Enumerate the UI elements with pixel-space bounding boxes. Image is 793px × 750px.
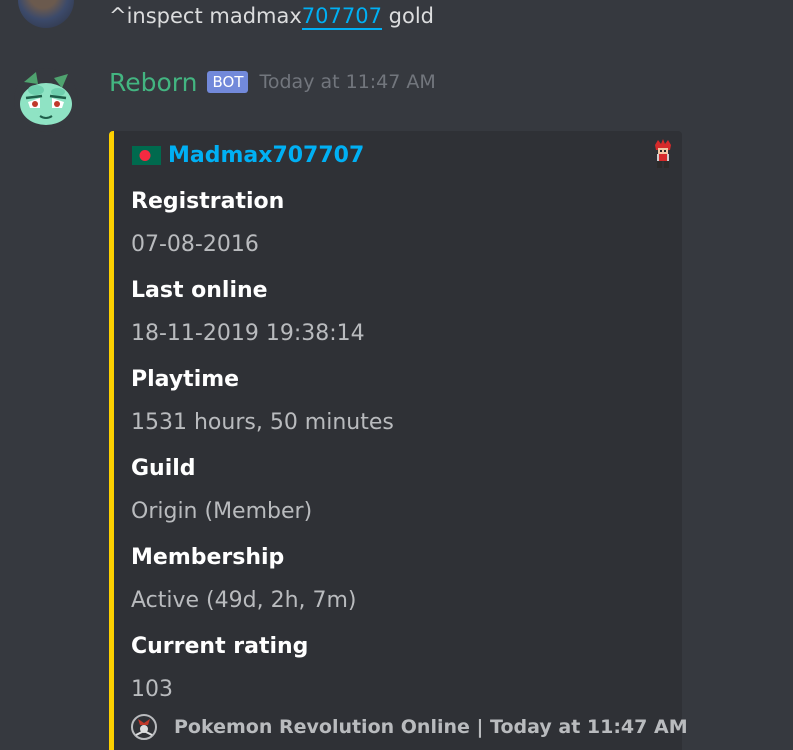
field-name-current-rating: Current rating bbox=[131, 634, 309, 659]
mention-link[interactable]: 707707 bbox=[301, 4, 382, 30]
trainer-sprite-icon[interactable] bbox=[652, 139, 674, 169]
embed-author-name[interactable]: Madmax707707 bbox=[168, 143, 364, 168]
field-value-guild: Origin (Member) bbox=[131, 499, 313, 524]
pokemon-revolution-logo-icon bbox=[131, 714, 157, 740]
field-name-last-online: Last online bbox=[131, 278, 268, 303]
field-value-membership: Active (49d, 2h, 7m) bbox=[131, 588, 357, 613]
previous-message-text: ^inspect madmax707707 gold bbox=[109, 4, 434, 30]
embed-footer-text: Pokemon Revolution Online | Today at 11:… bbox=[174, 716, 688, 738]
field-value-last-online: 18-11-2019 19:38:14 bbox=[131, 321, 365, 346]
field-name-registration: Registration bbox=[131, 189, 285, 214]
field-value-current-rating: 103 bbox=[131, 677, 173, 702]
field-name-playtime: Playtime bbox=[131, 367, 240, 392]
bangladesh-flag-icon bbox=[132, 146, 161, 165]
embed-author: Madmax707707 bbox=[132, 143, 364, 168]
user-avatar[interactable] bbox=[18, 0, 74, 28]
command-suffix: gold bbox=[381, 4, 434, 28]
command-text: ^inspect madmax bbox=[109, 4, 302, 28]
author-name[interactable]: Reborn bbox=[109, 68, 197, 97]
field-value-playtime: 1531 hours, 50 minutes bbox=[131, 410, 394, 435]
field-value-registration: 07-08-2016 bbox=[131, 232, 259, 257]
field-name-membership: Membership bbox=[131, 545, 285, 570]
embed-footer: Pokemon Revolution Online | Today at 11:… bbox=[130, 713, 688, 741]
field-name-guild: Guild bbox=[131, 456, 196, 481]
bulbasaur-icon[interactable] bbox=[14, 68, 78, 132]
embed-card: Madmax707707 Registration 07-08-2016 Las… bbox=[109, 131, 688, 750]
chat-view: ^inspect madmax707707 gold Reborn BOT To… bbox=[0, 0, 793, 750]
message-header: Reborn BOT Today at 11:47 AM bbox=[109, 64, 436, 100]
message-timestamp: Today at 11:47 AM bbox=[259, 71, 436, 93]
bot-tag: BOT bbox=[207, 71, 249, 93]
